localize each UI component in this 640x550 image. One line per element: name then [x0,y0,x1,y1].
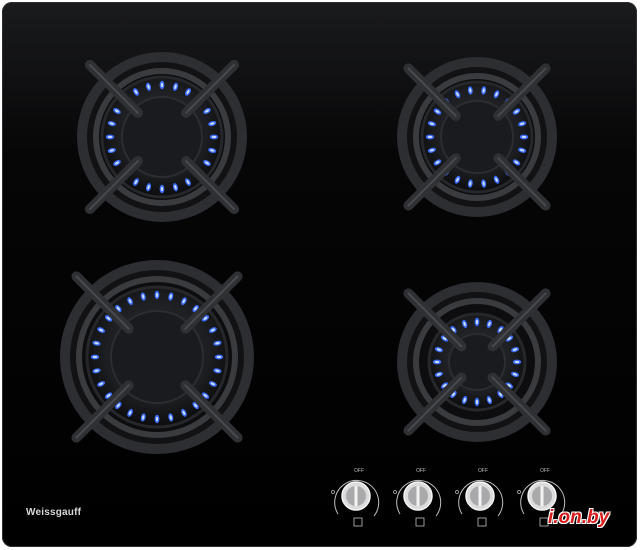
ignition-icon [393,490,397,494]
brand-logo: Weissgauff [26,507,82,518]
flame-core [427,135,433,139]
flame-core [160,82,164,88]
burner-rear-left [77,52,247,222]
control-knob-2[interactable]: OFF [386,464,446,534]
flame-core [521,135,527,139]
flame-core [475,399,479,405]
flame-core [155,416,159,422]
knob-graphic [455,479,504,527]
control-knob-1[interactable]: OFF [324,464,384,534]
flame-core [475,319,479,325]
off-label: OFF [540,468,550,474]
ignition-icon [455,490,459,494]
flame-core [514,360,520,364]
off-label: OFF [354,468,364,474]
flame-core [160,186,164,192]
flame-core [155,292,159,298]
flame-core [216,355,222,359]
control-knob-3[interactable]: OFF [448,464,508,534]
flame-core [211,135,217,139]
gas-hob-glass-panel: Weissgauff OFF OFF OFF OFF i.on.by [2,2,637,547]
burner-front-left [60,260,254,454]
burner-rear-right [397,57,557,217]
flame-core [92,355,98,359]
knob-graphic [393,479,442,527]
ignition-icon [331,490,335,494]
off-label: OFF [416,468,426,474]
flame-core [434,360,440,364]
burner-position-icon [477,517,487,527]
burner-front-right [397,282,557,442]
ignition-icon [517,490,521,494]
flame-core [107,135,113,139]
knob-graphic [331,479,380,527]
off-label: OFF [478,468,488,474]
watermark: i.on.by [548,507,610,528]
burner-position-icon [353,517,363,527]
burner-position-icon [539,517,549,527]
burner-position-icon [415,517,425,527]
